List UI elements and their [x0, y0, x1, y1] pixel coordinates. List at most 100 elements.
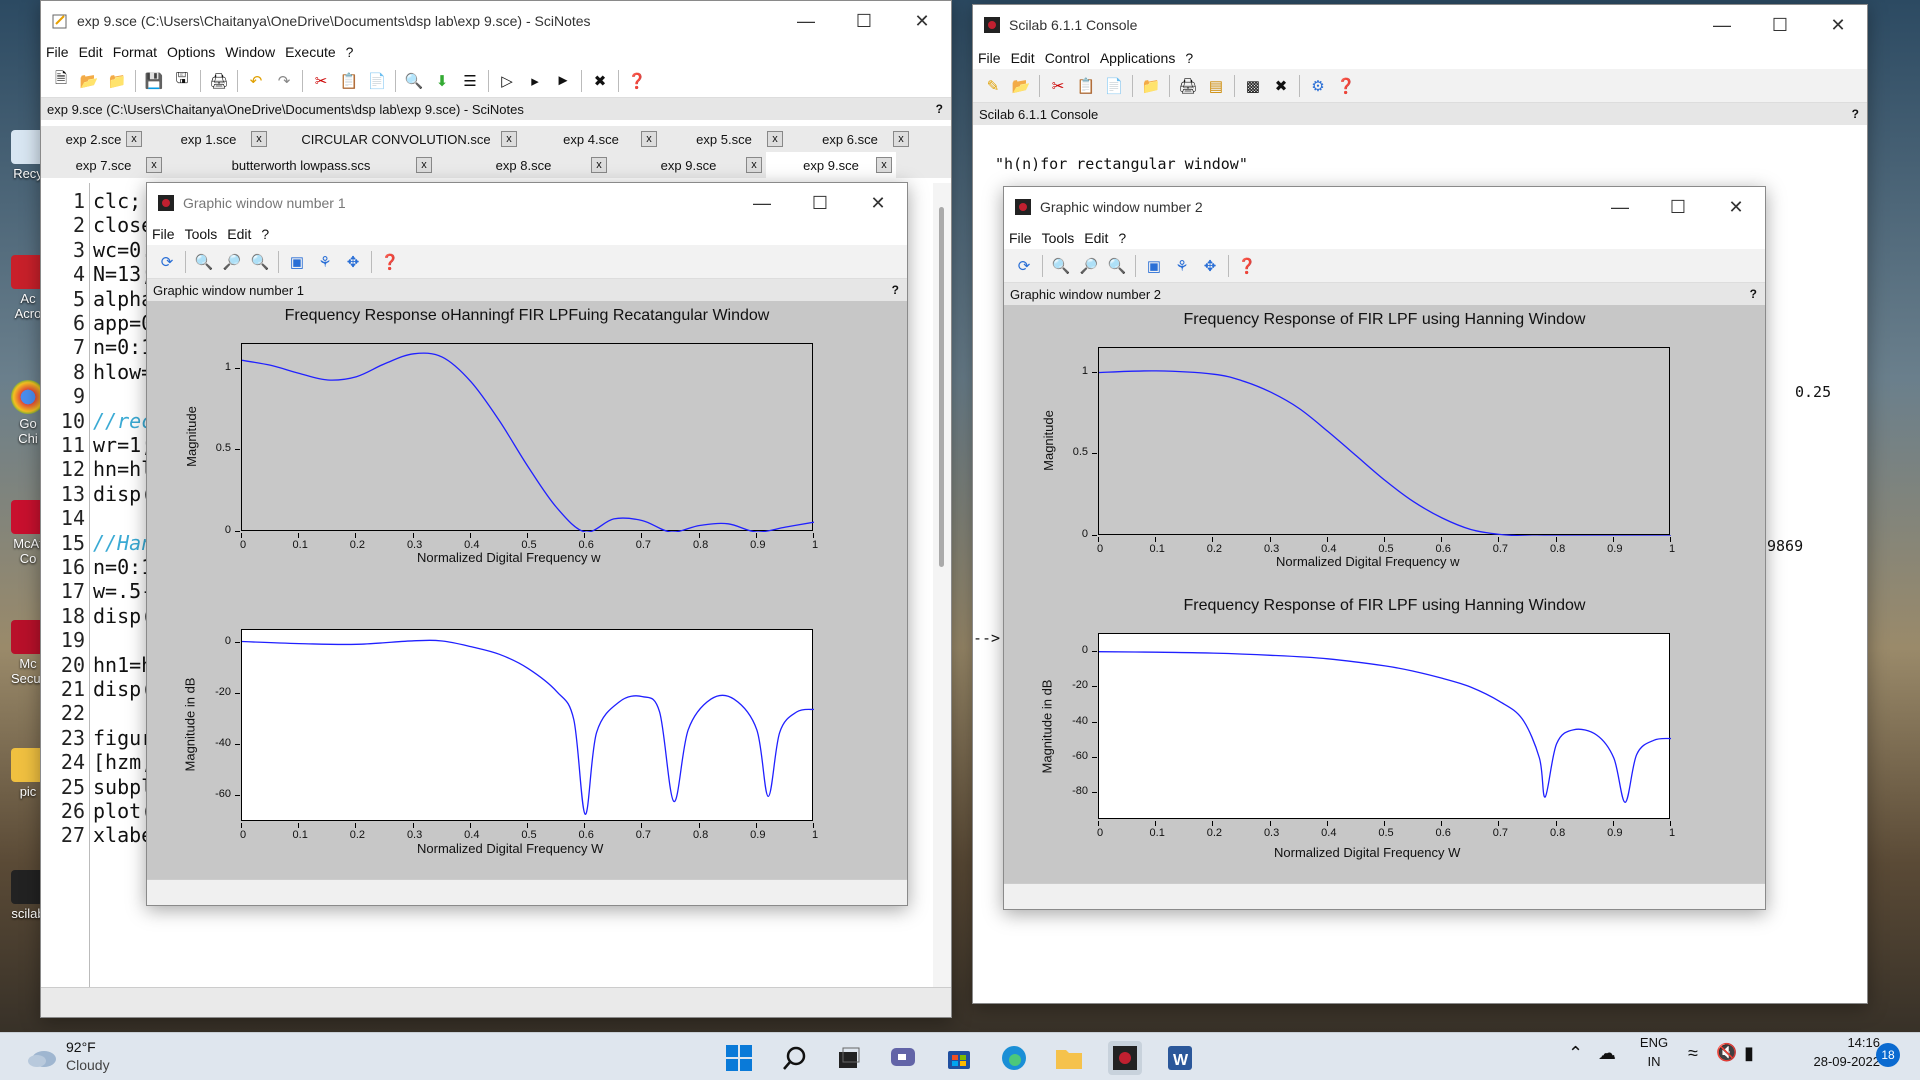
- menu-window[interactable]: Window: [225, 44, 275, 60]
- tab-close-icon[interactable]: x: [416, 157, 432, 173]
- new-script-icon[interactable]: ✎: [981, 74, 1005, 98]
- store-button[interactable]: [942, 1041, 976, 1075]
- zoom-fit-icon[interactable]: 🔍: [1105, 254, 1129, 278]
- find-replace-icon[interactable]: 🔍: [402, 69, 426, 93]
- figure-icon[interactable]: ▣: [1142, 254, 1166, 278]
- menu-help[interactable]: ?: [1185, 50, 1193, 66]
- teams-button[interactable]: [886, 1041, 920, 1075]
- settings-icon[interactable]: ✖: [588, 69, 612, 93]
- rotate-icon[interactable]: ⟳: [1012, 254, 1036, 278]
- volume-muted-icon[interactable]: 🔇: [1716, 1043, 1737, 1063]
- weather-widget[interactable]: 92°F Cloudy: [20, 1039, 140, 1075]
- copy-icon[interactable]: 📋: [337, 69, 361, 93]
- search-button[interactable]: [778, 1041, 812, 1075]
- gw2-titlebar[interactable]: Graphic window number 2 — ☐ ✕: [1004, 187, 1765, 227]
- word-button[interactable]: W: [1163, 1041, 1197, 1075]
- close-button[interactable]: ✕: [893, 1, 951, 41]
- scinotes-titlebar[interactable]: exp 9.sce (C:\Users\Chaitanya\OneDrive\D…: [41, 1, 951, 41]
- tab-close-icon[interactable]: x: [746, 157, 762, 173]
- tab-close-icon[interactable]: x: [501, 131, 517, 147]
- tab-exp8[interactable]: exp 8.sce x: [436, 152, 611, 178]
- paste-icon[interactable]: 📄: [365, 69, 389, 93]
- open-file-icon[interactable]: 📂: [1009, 74, 1033, 98]
- tab-close-icon[interactable]: x: [641, 131, 657, 147]
- pan-icon[interactable]: ✥: [341, 250, 365, 274]
- help-icon[interactable]: ❓: [378, 250, 402, 274]
- tab-butterworth[interactable]: butterworth lowpass.scs x: [166, 152, 436, 178]
- close-button[interactable]: ✕: [1809, 5, 1867, 45]
- zoom-in-icon[interactable]: 🔍: [192, 250, 216, 274]
- gw2-canvas[interactable]: Frequency Response of FIR LPF using Hann…: [1004, 305, 1765, 883]
- execute-echo-icon[interactable]: ▸: [523, 69, 547, 93]
- menu-help[interactable]: ?: [261, 226, 269, 242]
- infobar-help[interactable]: ?: [1852, 107, 1859, 121]
- change-directory-icon[interactable]: 📁: [1139, 74, 1163, 98]
- save-as-icon[interactable]: 🖫: [170, 69, 194, 93]
- redo-icon[interactable]: ↷: [272, 69, 296, 93]
- save-icon[interactable]: 💾: [142, 69, 166, 93]
- gw1-titlebar[interactable]: Graphic window number 1 — ☐ ✕: [147, 183, 907, 223]
- infobar-help[interactable]: ?: [892, 283, 899, 297]
- minimize-button[interactable]: —: [1693, 5, 1751, 45]
- tab-exp4[interactable]: exp 4.sce x: [521, 126, 661, 152]
- undo-icon[interactable]: ↶: [244, 69, 268, 93]
- start-button[interactable]: [722, 1041, 756, 1075]
- menu-file[interactable]: File: [1009, 230, 1032, 246]
- menu-file[interactable]: File: [46, 44, 69, 60]
- task-view-button[interactable]: [832, 1041, 866, 1075]
- scilab-taskbar-button[interactable]: [1108, 1041, 1142, 1075]
- execute-until-icon[interactable]: ►: [551, 69, 575, 93]
- tab-circular-convolution[interactable]: CIRCULAR CONVOLUTION.sce x: [271, 126, 521, 152]
- tab-exp1[interactable]: exp 1.sce x: [146, 126, 271, 152]
- maximize-button[interactable]: ☐: [1751, 5, 1809, 45]
- maximize-button[interactable]: ☐: [1649, 187, 1707, 227]
- close-button[interactable]: ✕: [849, 183, 907, 223]
- infobar-help[interactable]: ?: [1750, 287, 1757, 301]
- battery-icon[interactable]: ▮: [1744, 1043, 1754, 1064]
- open-recent-icon[interactable]: 📁: [105, 69, 129, 93]
- module-manager-icon[interactable]: ⚙: [1306, 74, 1330, 98]
- tab-exp6[interactable]: exp 6.sce x: [787, 126, 913, 152]
- minimize-button[interactable]: —: [777, 1, 835, 41]
- evaluate-selection-icon[interactable]: ☰: [458, 69, 482, 93]
- zoom-out-icon[interactable]: 🔎: [1077, 254, 1101, 278]
- execute-icon[interactable]: ▷: [495, 69, 519, 93]
- print-icon[interactable]: 🖨: [207, 69, 231, 93]
- menu-applications[interactable]: Applications: [1100, 50, 1176, 66]
- figure-icon[interactable]: ▣: [285, 250, 309, 274]
- settings-icon[interactable]: ✖: [1269, 74, 1293, 98]
- tab-exp2[interactable]: exp 2.sce x: [41, 126, 146, 152]
- infobar-help[interactable]: ?: [936, 102, 943, 116]
- menu-edit[interactable]: Edit: [1084, 230, 1108, 246]
- new-file-icon[interactable]: 🗎: [49, 69, 73, 93]
- minimize-button[interactable]: —: [1591, 187, 1649, 227]
- menu-options[interactable]: Options: [167, 44, 215, 60]
- tab-exp7[interactable]: exp 7.sce x: [41, 152, 166, 178]
- zoom-fit-icon[interactable]: 🔍: [248, 250, 272, 274]
- help-icon[interactable]: ❓: [625, 69, 649, 93]
- menu-help[interactable]: ?: [1118, 230, 1126, 246]
- menu-file[interactable]: File: [978, 50, 1001, 66]
- zoom-in-icon[interactable]: 🔍: [1049, 254, 1073, 278]
- print-icon[interactable]: 🖨: [1176, 74, 1200, 98]
- minimize-button[interactable]: —: [733, 183, 791, 223]
- maximize-button[interactable]: ☐: [791, 183, 849, 223]
- close-button[interactable]: ✕: [1707, 187, 1765, 227]
- menu-execute[interactable]: Execute: [285, 44, 336, 60]
- clock[interactable]: 14:16 28-09-2022: [1780, 1035, 1881, 1069]
- tab-exp9-active[interactable]: exp 9.sce x: [766, 152, 896, 178]
- network-status-icon[interactable]: ☁: [1598, 1043, 1616, 1064]
- menu-edit[interactable]: Edit: [79, 44, 103, 60]
- help-icon[interactable]: ❓: [1235, 254, 1259, 278]
- tab-close-icon[interactable]: x: [126, 131, 142, 147]
- tab-close-icon[interactable]: x: [767, 131, 783, 147]
- cut-icon[interactable]: ✂: [1046, 74, 1070, 98]
- tab-close-icon[interactable]: x: [893, 131, 909, 147]
- editor-scrollbar[interactable]: [933, 183, 951, 987]
- open-folder-icon[interactable]: 📂: [77, 69, 101, 93]
- language-indicator[interactable]: ENG IN: [1636, 1035, 1672, 1069]
- file-explorer-button[interactable]: [1052, 1041, 1086, 1075]
- help-icon[interactable]: ❓: [1334, 74, 1358, 98]
- copy-icon[interactable]: 📋: [1074, 74, 1098, 98]
- clear-console-icon[interactable]: ▤: [1204, 74, 1228, 98]
